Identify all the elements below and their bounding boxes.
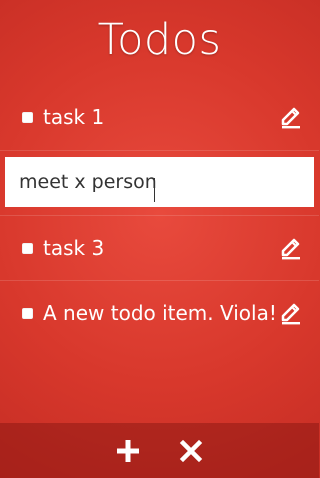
todo-item: task 1 bbox=[0, 85, 319, 150]
plus-icon[interactable] bbox=[116, 439, 140, 463]
pencil-icon[interactable] bbox=[280, 105, 302, 129]
text-cursor bbox=[154, 178, 155, 202]
pencil-icon[interactable] bbox=[280, 236, 302, 260]
todo-item-editing bbox=[0, 150, 319, 215]
todo-item: A new todo item. Viola! bbox=[0, 280, 319, 345]
close-icon[interactable] bbox=[179, 439, 203, 463]
todo-checkbox[interactable] bbox=[22, 308, 33, 319]
todo-list: task 1 task 3 A new todo item. Viola! bbox=[0, 85, 319, 345]
todo-checkbox[interactable] bbox=[22, 112, 33, 123]
bottom-toolbar bbox=[0, 423, 319, 478]
pencil-icon[interactable] bbox=[280, 301, 302, 325]
todo-edit-input[interactable] bbox=[5, 157, 314, 207]
todo-item: task 3 bbox=[0, 215, 319, 280]
todo-label: A new todo item. Viola! bbox=[43, 301, 277, 325]
todo-app: Todos task 1 task 3 A n bbox=[0, 0, 319, 478]
page-title: Todos bbox=[97, 15, 222, 65]
todo-label: task 3 bbox=[43, 236, 105, 260]
todo-checkbox[interactable] bbox=[22, 243, 33, 254]
todo-label: task 1 bbox=[43, 105, 105, 129]
